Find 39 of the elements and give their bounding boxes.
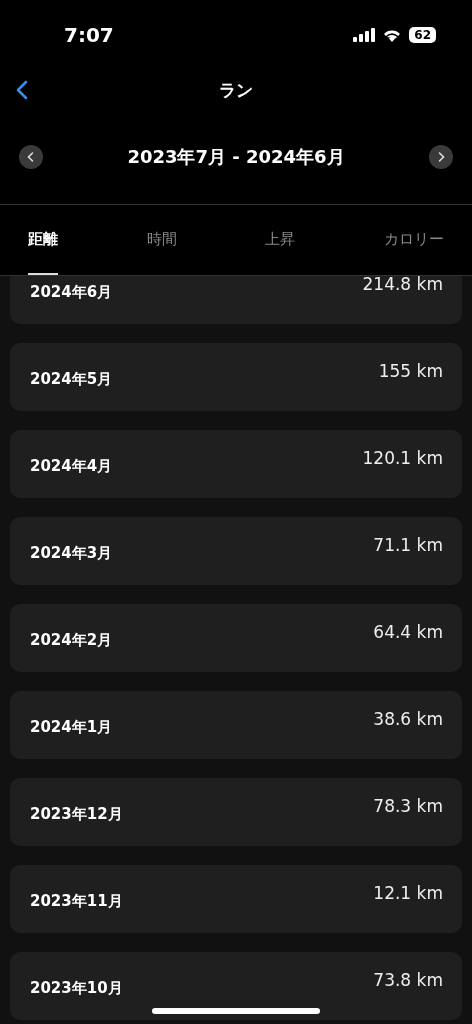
battery-icon: 62 — [409, 27, 436, 43]
distance-value: 12.1 km — [373, 883, 443, 905]
month-row[interactable]: 2023年12月 78.3 km — [10, 778, 462, 846]
month-label: 2023年10月 — [30, 977, 123, 998]
month-row[interactable]: 2024年5月 155 km — [10, 343, 462, 411]
screen-title: ラン — [219, 78, 253, 102]
month-row[interactable]: 2024年4月 120.1 km — [10, 430, 462, 498]
month-row[interactable]: 2024年1月 38.6 km — [10, 691, 462, 759]
next-icon[interactable] — [429, 145, 453, 169]
distance-value: 120.1 km — [362, 448, 443, 470]
month-row[interactable]: 2024年6月 214.8 km — [10, 276, 462, 324]
month-label: 2024年5月 — [30, 368, 113, 389]
distance-value: 73.8 km — [373, 970, 443, 992]
previous-icon[interactable] — [19, 145, 43, 169]
back-icon[interactable] — [16, 80, 28, 100]
distance-value: 214.8 km — [362, 276, 443, 296]
distance-value: 64.4 km — [373, 622, 443, 644]
month-row[interactable]: 2024年2月 64.4 km — [10, 604, 462, 672]
wifi-icon — [383, 28, 402, 42]
month-row[interactable]: 2023年10月 73.8 km — [10, 952, 462, 1020]
distance-value: 78.3 km — [373, 796, 443, 818]
month-label: 2023年11月 — [30, 890, 123, 911]
tab[interactable]: 上昇 — [265, 205, 296, 275]
month-label: 2024年6月 — [30, 281, 113, 302]
month-label: 2024年4月 — [30, 455, 113, 476]
month-row[interactable]: 2024年3月 71.1 km — [10, 517, 462, 585]
month-row[interactable]: 2023年11月 12.1 km — [10, 865, 462, 933]
tab[interactable]: カロリー — [383, 205, 444, 275]
tab[interactable]: 時間 — [146, 205, 177, 275]
signal-icon — [353, 28, 376, 42]
month-label: 2024年1月 — [30, 716, 113, 737]
status-time: 7:07 — [64, 23, 114, 47]
date-range: 2023年7月 - 2024年6月 — [127, 145, 345, 169]
distance-value: 38.6 km — [373, 709, 443, 731]
month-label: 2024年2月 — [30, 629, 113, 650]
distance-value: 155 km — [378, 361, 443, 383]
month-label: 2024年3月 — [30, 542, 113, 563]
distance-value: 71.1 km — [373, 535, 443, 557]
month-label: 2023年12月 — [30, 803, 123, 824]
